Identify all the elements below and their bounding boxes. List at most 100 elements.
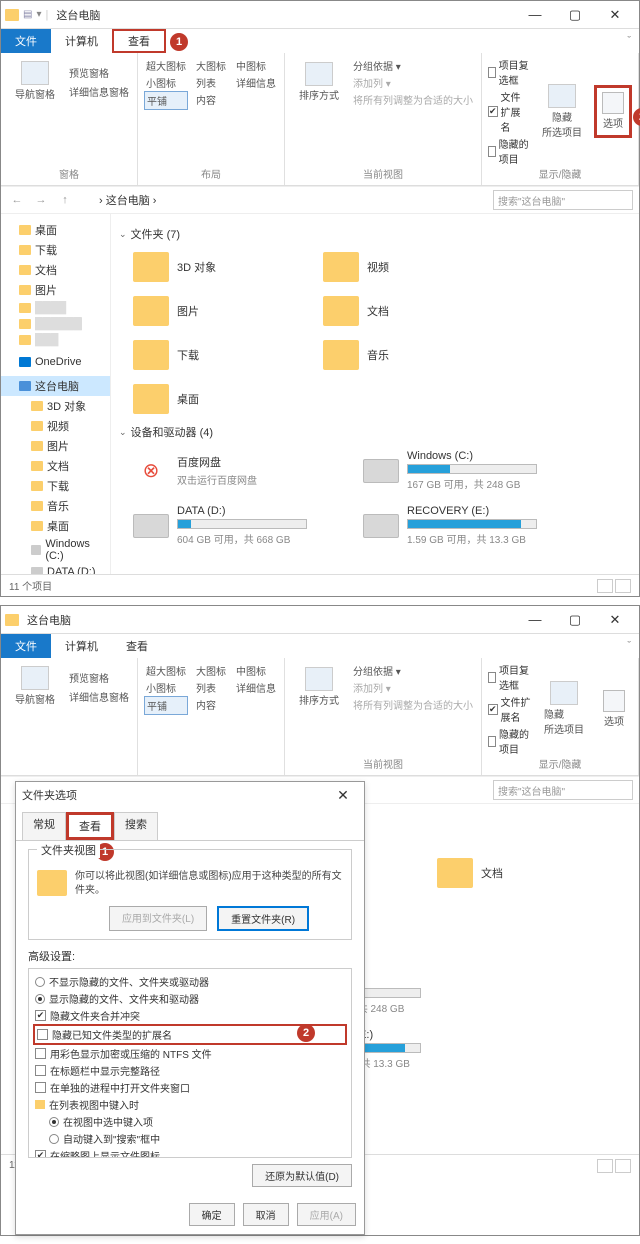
layout-details[interactable]: 详细信息 bbox=[234, 74, 278, 91]
minimize-button[interactable]: — bbox=[515, 608, 555, 632]
tree-winc[interactable]: Windows (C:) bbox=[1, 536, 110, 564]
layout-lg[interactable]: 大图标 bbox=[194, 57, 228, 74]
collapse-ribbon-button[interactable]: ˇ bbox=[619, 29, 639, 53]
close-button[interactable]: ✕ bbox=[595, 3, 635, 27]
tab-file[interactable]: 文件 bbox=[1, 29, 51, 53]
tab-view[interactable]: 查看 1 bbox=[112, 29, 166, 53]
section-drives-header[interactable]: ⌄设备和驱动器 (4) bbox=[119, 420, 631, 444]
adv-item[interactable]: ✔在缩略图上显示文件图标 bbox=[33, 1147, 347, 1158]
tree-thispc[interactable]: 这台电脑 bbox=[1, 376, 110, 396]
nav-fwd-button[interactable]: → bbox=[31, 190, 51, 210]
tree-docs2[interactable]: 文档 bbox=[1, 456, 110, 476]
tab-computer[interactable]: 计算机 bbox=[51, 29, 112, 53]
adv-item[interactable]: 用彩色显示加密或压缩的 NTFS 文件 bbox=[33, 1045, 347, 1062]
nav-up-button[interactable]: ↑ bbox=[55, 190, 75, 210]
collapse-ribbon-button[interactable]: ˇ bbox=[619, 634, 639, 658]
drive-c[interactable]: Windows (C:)167 GB 可用，共 248 GB bbox=[363, 450, 563, 491]
ok-button[interactable]: 确定 bbox=[189, 1203, 235, 1226]
folder-3d[interactable]: 3D 对象 bbox=[133, 252, 293, 282]
advanced-settings-tree[interactable]: 不显示隐藏的文件、文件夹或驱动器 显示隐藏的文件、文件夹和驱动器 ✔隐藏文件夹合… bbox=[28, 968, 352, 1158]
nav-pane-button[interactable]: 导航窗格 bbox=[7, 57, 63, 106]
adv-item[interactable]: 显示隐藏的文件、文件夹和驱动器 bbox=[33, 990, 347, 1007]
minimize-button[interactable]: — bbox=[515, 3, 555, 27]
details-pane-button[interactable]: 详细信息窗格 bbox=[67, 688, 131, 705]
view-details-icon[interactable] bbox=[597, 579, 613, 593]
maximize-button[interactable]: ▢ bbox=[555, 608, 595, 632]
tree-desktop[interactable]: 桌面 bbox=[1, 220, 110, 240]
tree-blur1[interactable]: ████ bbox=[1, 300, 110, 316]
tab-file[interactable]: 文件 bbox=[1, 634, 51, 658]
tree-blur3[interactable]: ███ bbox=[1, 332, 110, 348]
checkbox-file-extensions[interactable]: ✔文件扩展名 bbox=[488, 89, 530, 134]
layout-content[interactable]: 内容 bbox=[194, 91, 228, 110]
folder-videos[interactable]: 视频 bbox=[323, 252, 483, 282]
folder-desktop[interactable]: 桌面 bbox=[133, 384, 293, 414]
tree-music[interactable]: 音乐 bbox=[1, 496, 110, 516]
layout-tiles[interactable]: 平铺 bbox=[144, 91, 188, 110]
adv-item[interactable]: ✔隐藏文件夹合并冲突 bbox=[33, 1007, 347, 1024]
tree-docs[interactable]: 文档 bbox=[1, 260, 110, 280]
tab-computer[interactable]: 计算机 bbox=[51, 634, 112, 658]
hide-selected-button[interactable]: 隐藏 所选项目 bbox=[536, 677, 592, 741]
folder-docs[interactable]: 文档 bbox=[437, 858, 597, 888]
search-input[interactable]: 搜索"这台电脑" bbox=[493, 190, 633, 210]
sort-button[interactable]: 排序方式 bbox=[291, 58, 347, 107]
reset-folders-button[interactable]: 重置文件夹(R) bbox=[217, 906, 309, 931]
layout-md[interactable]: 中图标 bbox=[234, 57, 278, 74]
preview-pane-button[interactable]: 预览窗格 bbox=[67, 64, 131, 81]
adv-item[interactable]: 在单独的进程中打开文件夹窗口 bbox=[33, 1079, 347, 1096]
adv-item[interactable]: 不显示隐藏的文件、文件夹或驱动器 bbox=[33, 973, 347, 990]
options-button[interactable]: 选项 2 bbox=[594, 85, 632, 138]
tab-view[interactable]: 查看 bbox=[112, 634, 162, 658]
layout-list[interactable]: 列表 bbox=[194, 74, 228, 91]
groupby-button[interactable]: 分组依据 ▾ bbox=[351, 57, 475, 74]
tree-downloads[interactable]: 下载 bbox=[1, 240, 110, 260]
checkbox-item-checkboxes[interactable]: 项目复选框 bbox=[488, 57, 530, 87]
section-folders-header[interactable]: ⌄文件夹 (7) bbox=[119, 222, 631, 246]
layout-xl[interactable]: 超大图标 bbox=[144, 57, 188, 74]
options-button[interactable]: 选项 bbox=[596, 686, 632, 733]
adv-item-hide-extensions[interactable]: 隐藏已知文件类型的扩展名 2 bbox=[33, 1024, 347, 1045]
restore-defaults-button[interactable]: 还原为默认值(D) bbox=[252, 1164, 352, 1187]
tree-datad[interactable]: DATA (D:) bbox=[1, 564, 110, 574]
dlg-tab-general[interactable]: 常规 bbox=[22, 812, 66, 840]
apply-button[interactable]: 应用(A) bbox=[297, 1203, 356, 1226]
fitcols-button[interactable]: 将所有列调整为合适的大小 bbox=[351, 91, 475, 108]
cancel-button[interactable]: 取消 bbox=[243, 1203, 289, 1226]
close-button[interactable]: ✕ bbox=[595, 608, 635, 632]
folder-downloads[interactable]: 下载 bbox=[133, 340, 293, 370]
maximize-button[interactable]: ▢ bbox=[555, 3, 595, 27]
folder-music[interactable]: 音乐 bbox=[323, 340, 483, 370]
dlg-tab-search[interactable]: 搜索 bbox=[114, 812, 158, 840]
drive-d[interactable]: DATA (D:)604 GB 可用，共 668 GB bbox=[133, 505, 333, 546]
tree-blur2[interactable]: ██████ bbox=[1, 316, 110, 332]
dialog-close-button[interactable]: ✕ bbox=[328, 787, 358, 804]
nav-back-button[interactable]: ← bbox=[7, 190, 27, 210]
hide-selected-button[interactable]: 隐藏 所选项目 bbox=[534, 80, 590, 144]
drive-baidu[interactable]: ⊗ 百度网盘双击运行百度网盘 bbox=[133, 450, 333, 491]
tree-downloads2[interactable]: 下载 bbox=[1, 476, 110, 496]
tree-desktop2[interactable]: 桌面 bbox=[1, 516, 110, 536]
folder-pics[interactable]: 图片 bbox=[133, 296, 293, 326]
qat-dropdown[interactable]: ▾ bbox=[32, 9, 45, 20]
search-input[interactable]: 搜索"这台电脑" bbox=[493, 780, 633, 800]
apply-to-folders-button[interactable]: 应用到文件夹(L) bbox=[109, 906, 207, 931]
details-pane-button[interactable]: 详细信息窗格 bbox=[67, 83, 131, 100]
qat-save-icon[interactable]: ▤ bbox=[23, 9, 32, 20]
path-segment[interactable]: › 这台电脑 › bbox=[95, 190, 160, 210]
tree-videos[interactable]: 视频 bbox=[1, 416, 110, 436]
tree-pics2[interactable]: 图片 bbox=[1, 436, 110, 456]
nav-pane-button[interactable]: 导航窗格 bbox=[7, 662, 63, 711]
folder-docs[interactable]: 文档 bbox=[323, 296, 483, 326]
adv-item[interactable]: 在视图中选中键入项 bbox=[33, 1113, 347, 1130]
adv-item[interactable]: 在标题栏中显示完整路径 bbox=[33, 1062, 347, 1079]
preview-pane-button[interactable]: 预览窗格 bbox=[67, 669, 131, 686]
adv-item[interactable]: 自动键入到"搜索"框中 bbox=[33, 1130, 347, 1147]
sort-button[interactable]: 排序方式 bbox=[291, 663, 347, 712]
adv-item[interactable]: 在列表视图中键入时 bbox=[33, 1096, 347, 1113]
tree-3d[interactable]: 3D 对象 bbox=[1, 396, 110, 416]
tree-onedrive[interactable]: OneDrive bbox=[1, 354, 110, 370]
dlg-tab-view[interactable]: 查看 1 bbox=[66, 812, 114, 840]
view-tiles-icon[interactable] bbox=[615, 579, 631, 593]
checkbox-hidden-items[interactable]: 隐藏的项目 bbox=[488, 136, 530, 166]
